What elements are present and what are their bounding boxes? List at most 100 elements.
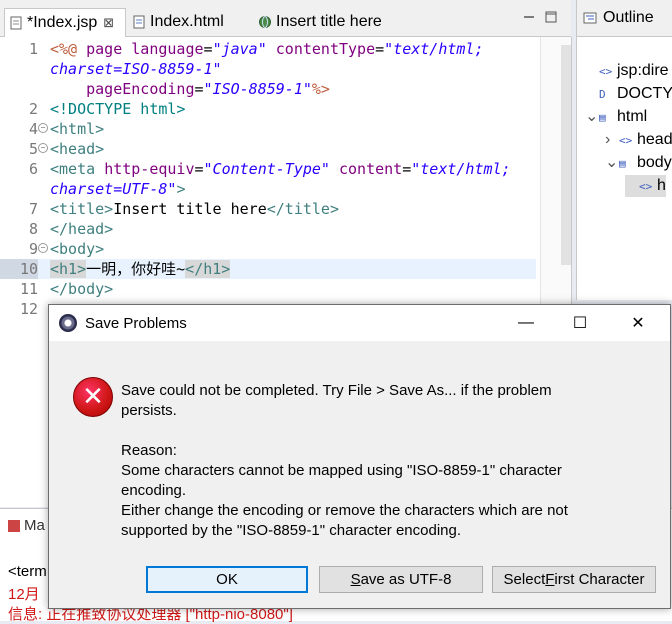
dialog-message-line: Either change the encoding or remove the… [121, 502, 568, 519]
expand-arrow-icon[interactable]: › [605, 129, 619, 151]
code-token: </head> [50, 220, 114, 238]
dialog-title-bar[interactable]: Save Problems — ☐ ✕ [49, 305, 670, 341]
markers-icon [8, 520, 20, 533]
outline-node[interactable]: D DOCTY [585, 83, 672, 105]
expand-arrow-icon[interactable]: ⌄ [585, 106, 599, 128]
node-type-icon: ▤ [619, 157, 626, 170]
code-text: <meta http-equiv="Content-Type" content=… [50, 159, 511, 179]
dialog-message-line: Reason: [121, 442, 177, 459]
code-token: </body> [50, 280, 114, 298]
save-as-utf8-button[interactable]: Save as UTF-8 [319, 566, 483, 593]
minimize-button[interactable]: — [503, 305, 549, 341]
outline-title: Outline [603, 9, 654, 26]
outline-tab[interactable]: Outline [577, 0, 672, 37]
node-type-icon: D [599, 88, 606, 101]
code-text: </head> [50, 219, 113, 239]
code-line[interactable]: 5− <head> [0, 139, 571, 159]
code-line[interactable]: 7 <title>Insert title here</title> [0, 199, 571, 219]
code-token: charset=ISO-8859-1" [50, 60, 222, 78]
code-token: "text/html; [411, 160, 511, 178]
outline-node[interactable]: ⌄▤ html [585, 106, 647, 128]
line-number: 6 [28, 160, 38, 178]
code-token: <body> [50, 240, 105, 258]
markers-tab-label: Ma [24, 517, 45, 534]
minimize-editor-icon[interactable] [523, 10, 535, 22]
outline-node-label: html [617, 108, 648, 125]
code-text: <html> [50, 119, 104, 139]
tab-label: Index.html [150, 13, 224, 30]
fold-toggle-icon[interactable]: − [38, 243, 48, 253]
line-number: 5 [28, 140, 38, 158]
markers-tab[interactable]: Ma [8, 517, 45, 534]
code-token: </h1> [185, 260, 231, 278]
dialog-message-line: encoding. [121, 482, 187, 499]
ok-button[interactable]: OK [146, 566, 308, 593]
maximize-editor-icon[interactable] [545, 10, 557, 23]
code-line[interactable]: charset=UTF-8"> [0, 179, 571, 199]
save-problems-dialog: Save Problems — ☐ ✕ ✕ Save could not be … [48, 304, 671, 609]
code-text: <%@ page language="java" contentType="te… [50, 39, 484, 59]
scrollbar-thumb[interactable] [561, 45, 571, 265]
tab-index-jsp[interactable]: *Index.jsp ⊠ [4, 8, 126, 37]
code-token: = [203, 40, 213, 58]
code-line[interactable]: 1 <%@ page language="java" contentType="t… [0, 39, 571, 59]
code-token: = [194, 80, 204, 98]
code-text: </body> [50, 279, 113, 299]
code-line[interactable]: 11 </body> [0, 279, 571, 299]
code-line[interactable]: 6 <meta http-equiv="Content-Type" content… [0, 159, 571, 179]
outline-node-label: head [637, 131, 672, 148]
fold-toggle-icon[interactable]: − [38, 143, 48, 153]
outline-node[interactable]: › <> head [605, 129, 672, 151]
code-line[interactable]: charset=ISO-8859-1" [0, 59, 571, 79]
code-token: <h1> [50, 260, 87, 278]
dialog-title: Save Problems [85, 314, 187, 332]
code-text: <title>Insert title here</title> [50, 199, 339, 219]
expand-arrow-icon[interactable]: ⌄ [605, 152, 619, 174]
mnemonic: S [350, 571, 361, 588]
line-number: 12 [19, 300, 38, 318]
outline-node-label: h [657, 177, 666, 194]
line-number: 7 [28, 200, 38, 218]
tab-index-html[interactable]: Index.html [128, 8, 248, 36]
outline-node[interactable]: <> h [625, 175, 666, 197]
code-line[interactable]: 2 <!DOCTYPE html> [0, 99, 571, 119]
line-number: 10 [0, 259, 38, 279]
code-token: "ISO-8859-1" [203, 80, 312, 98]
tab-insert-title[interactable]: Insert title here [254, 8, 414, 36]
dialog-message-line: supported by the "ISO-8859-1" character … [121, 522, 462, 539]
dialog-message-line: Some characters cannot be mapped using "… [121, 462, 562, 479]
close-tab-icon[interactable]: ⊠ [103, 15, 114, 31]
jsp-file-icon [9, 16, 23, 30]
code-line[interactable]: 9− <body> [0, 239, 571, 259]
outline-node[interactable]: <> jsp:dire [585, 60, 669, 82]
code-token: </title> [266, 200, 339, 218]
maximize-button[interactable]: ☐ [557, 305, 603, 341]
code-text: charset=UTF-8"> [50, 179, 185, 199]
outline-view: Outline <> jsp:dire D DOCTY ⌄▤ html › <> head ⌄▤ b… [576, 0, 672, 300]
button-text: Select [503, 571, 546, 588]
code-token: pageEncoding [86, 80, 195, 98]
mnemonic: F [545, 571, 555, 588]
node-type-icon: <> [599, 65, 613, 78]
fold-toggle-icon[interactable]: − [38, 123, 48, 133]
code-line[interactable]: 10 <h1>一明，你好哇~</h1> [0, 259, 536, 279]
close-button[interactable]: ✕ [615, 305, 661, 341]
line-number: 2 [28, 100, 38, 118]
outline-icon [583, 11, 597, 25]
outline-node[interactable]: ⌄▤ body [605, 152, 672, 174]
error-icon: ✕ [73, 377, 113, 417]
code-token: content [339, 160, 403, 178]
console-line: <term [8, 563, 47, 580]
node-type-icon: ▤ [599, 111, 606, 124]
code-line[interactable]: 4− <html> [0, 119, 571, 139]
code-line[interactable]: pageEncoding="ISO-8859-1"%> [0, 79, 571, 99]
line-number: 1 [28, 40, 38, 58]
code-line[interactable]: 8 </head> [0, 219, 571, 239]
line-number: 11 [19, 280, 38, 298]
editor-tab-bar: *Index.jsp ⊠ Index.html Insert title her… [0, 0, 571, 37]
code-token: contentType [275, 40, 376, 58]
select-first-character-button[interactable]: Select First Character [492, 566, 656, 593]
code-token: <meta [50, 160, 105, 178]
